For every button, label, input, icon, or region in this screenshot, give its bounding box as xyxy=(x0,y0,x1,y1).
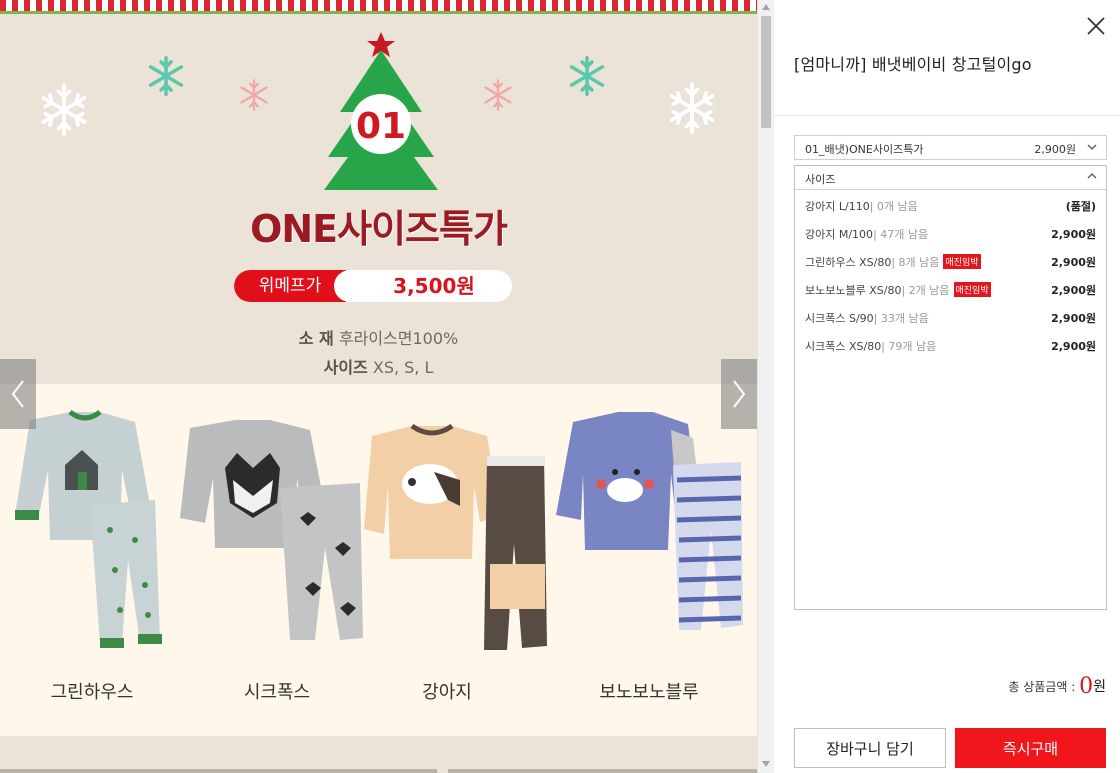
snowflake-icon xyxy=(240,79,268,111)
product-name-chicfox: 시크폭스 xyxy=(243,682,311,703)
size-option[interactable]: 시크폭스 S/90| 33개 남음 2,900원 xyxy=(795,302,1106,330)
soldout-soon-badge: 매진임박 xyxy=(953,282,991,297)
product-name-bonobono: 보노보노블루 xyxy=(599,682,699,703)
bottom-band xyxy=(0,736,757,773)
size-option[interactable]: 강아지 L/110| 0개 남음 (품절) xyxy=(795,190,1106,218)
material-value: 후라이스면100% xyxy=(338,329,459,348)
option-stock: | 33개 남음 xyxy=(873,312,929,325)
chevron-left-icon xyxy=(11,380,24,408)
option-stock: | 79개 남음 xyxy=(881,340,937,353)
option-name: 그린하우스 XS/80 xyxy=(805,256,892,269)
product-name-greenhouse: 그린하우스 xyxy=(50,682,134,703)
price-value: 3,500원 xyxy=(393,274,475,298)
material-line: 소 재 후라이스면100% xyxy=(0,325,757,349)
chevron-up-icon xyxy=(1087,173,1097,179)
option-stock: | 2개 남음 xyxy=(901,284,950,297)
tree-number: 01 xyxy=(356,106,406,147)
promo-banner: 01 ONE사이즈특가 위메프가 3,500원 소 재 후라이스면100% 사이… xyxy=(0,0,757,773)
option-select-size[interactable]: 사이즈 강아지 L/110| 0개 남음 (품절) 강아지 M/100| 47개… xyxy=(794,165,1107,610)
pajama-image-greenhouse xyxy=(15,410,162,648)
size-value: XS, S, L xyxy=(372,358,434,377)
purchase-panel: [엄마니까] 배냇베이비 창고털이go 01_배냇)ONE사이즈특가 2,900… xyxy=(774,0,1120,773)
add-to-cart-button[interactable]: 장바구니 담기 xyxy=(794,728,946,768)
size-select-placeholder: 사이즈 xyxy=(805,173,836,186)
size-select-header[interactable]: 사이즈 xyxy=(795,166,1106,190)
option-name: 강아지 L/110 xyxy=(805,200,870,213)
prev-slide-button[interactable] xyxy=(0,359,36,429)
size-option[interactable]: 보노보노블루 XS/80| 2개 남음 매진임박 2,900원 xyxy=(795,274,1106,302)
pajama-image-puppy xyxy=(364,424,547,650)
option-stock: | 0개 남음 xyxy=(869,200,918,213)
option-stock: | 47개 남음 xyxy=(873,228,929,241)
price-pill: 위메프가 3,500원 xyxy=(234,270,512,302)
product-title: [엄마니까] 배냇베이비 창고털이go xyxy=(794,55,1032,74)
option-select-deal[interactable]: 01_배냇)ONE사이즈특가 2,900원 xyxy=(794,135,1107,160)
option-stock: | 8개 남음 xyxy=(891,256,940,269)
panel-divider xyxy=(774,115,1120,116)
price-label: 위메프가 xyxy=(234,270,358,302)
total-value: 0 xyxy=(1079,674,1094,699)
option-price: 2,900원 xyxy=(1051,312,1096,325)
total-price: 총 상품금액 : 0원 xyxy=(1008,674,1106,699)
material-label: 소 재 xyxy=(298,329,334,348)
snowflake-icon xyxy=(484,79,512,111)
chevron-down-icon xyxy=(1087,144,1097,150)
option-name: 강아지 M/100 xyxy=(805,228,874,241)
pajama-image-bonobono xyxy=(556,412,743,630)
total-label: 총 상품금액 : xyxy=(1008,680,1076,694)
size-line: 사이즈 XS, S, L xyxy=(0,354,757,378)
divider xyxy=(0,769,437,773)
product-name-puppy: 강아지 xyxy=(422,682,472,703)
divider xyxy=(448,769,757,773)
option-name: 시크폭스 XS/80 xyxy=(805,340,882,353)
snowflake-icon xyxy=(148,56,184,96)
snowflake-icon xyxy=(669,81,715,135)
next-slide-button[interactable] xyxy=(721,359,757,429)
option-price: 2,900원 xyxy=(1051,256,1096,269)
snowflake-icon xyxy=(41,83,87,137)
size-option[interactable]: 강아지 M/100| 47개 남음 2,900원 xyxy=(795,218,1106,246)
pajama-image-chicfox xyxy=(180,420,363,640)
option-price: 2,900원 xyxy=(1051,284,1096,297)
candy-stripe-border xyxy=(0,0,757,11)
scrollbar-thumb[interactable] xyxy=(761,16,771,128)
option-select-price: 2,900원 xyxy=(1034,143,1076,156)
scrollbar[interactable] xyxy=(757,0,774,773)
option-name: 보노보노블루 XS/80 xyxy=(805,284,902,297)
option-price: 2,900원 xyxy=(1051,340,1096,353)
option-name: 시크폭스 S/90 xyxy=(805,312,874,325)
option-select-label: 01_배냇)ONE사이즈특가 xyxy=(805,143,924,156)
scroll-down-arrow-icon[interactable] xyxy=(758,757,774,771)
chevron-right-icon xyxy=(733,380,746,408)
promo-headline: ONE사이즈특가 xyxy=(250,207,508,251)
scroll-up-arrow-icon[interactable] xyxy=(758,0,774,14)
buy-now-button[interactable]: 즉시구매 xyxy=(955,728,1106,768)
size-label: 사이즈 xyxy=(323,358,368,377)
size-option[interactable]: 그린하우스 XS/80| 8개 남음 매진임박 2,900원 xyxy=(795,246,1106,274)
soldout-soon-badge: 매진임박 xyxy=(943,254,981,269)
close-icon[interactable] xyxy=(1086,16,1106,36)
size-option[interactable]: 시크폭스 XS/80| 79개 남음 2,900원 xyxy=(795,330,1106,358)
option-price: (품절) xyxy=(1065,200,1096,213)
total-unit: 원 xyxy=(1093,679,1106,695)
snowflake-icon xyxy=(569,56,605,96)
christmas-tree-icon: 01 xyxy=(324,32,438,190)
green-border-line xyxy=(0,11,757,14)
option-price: 2,900원 xyxy=(1051,228,1096,241)
